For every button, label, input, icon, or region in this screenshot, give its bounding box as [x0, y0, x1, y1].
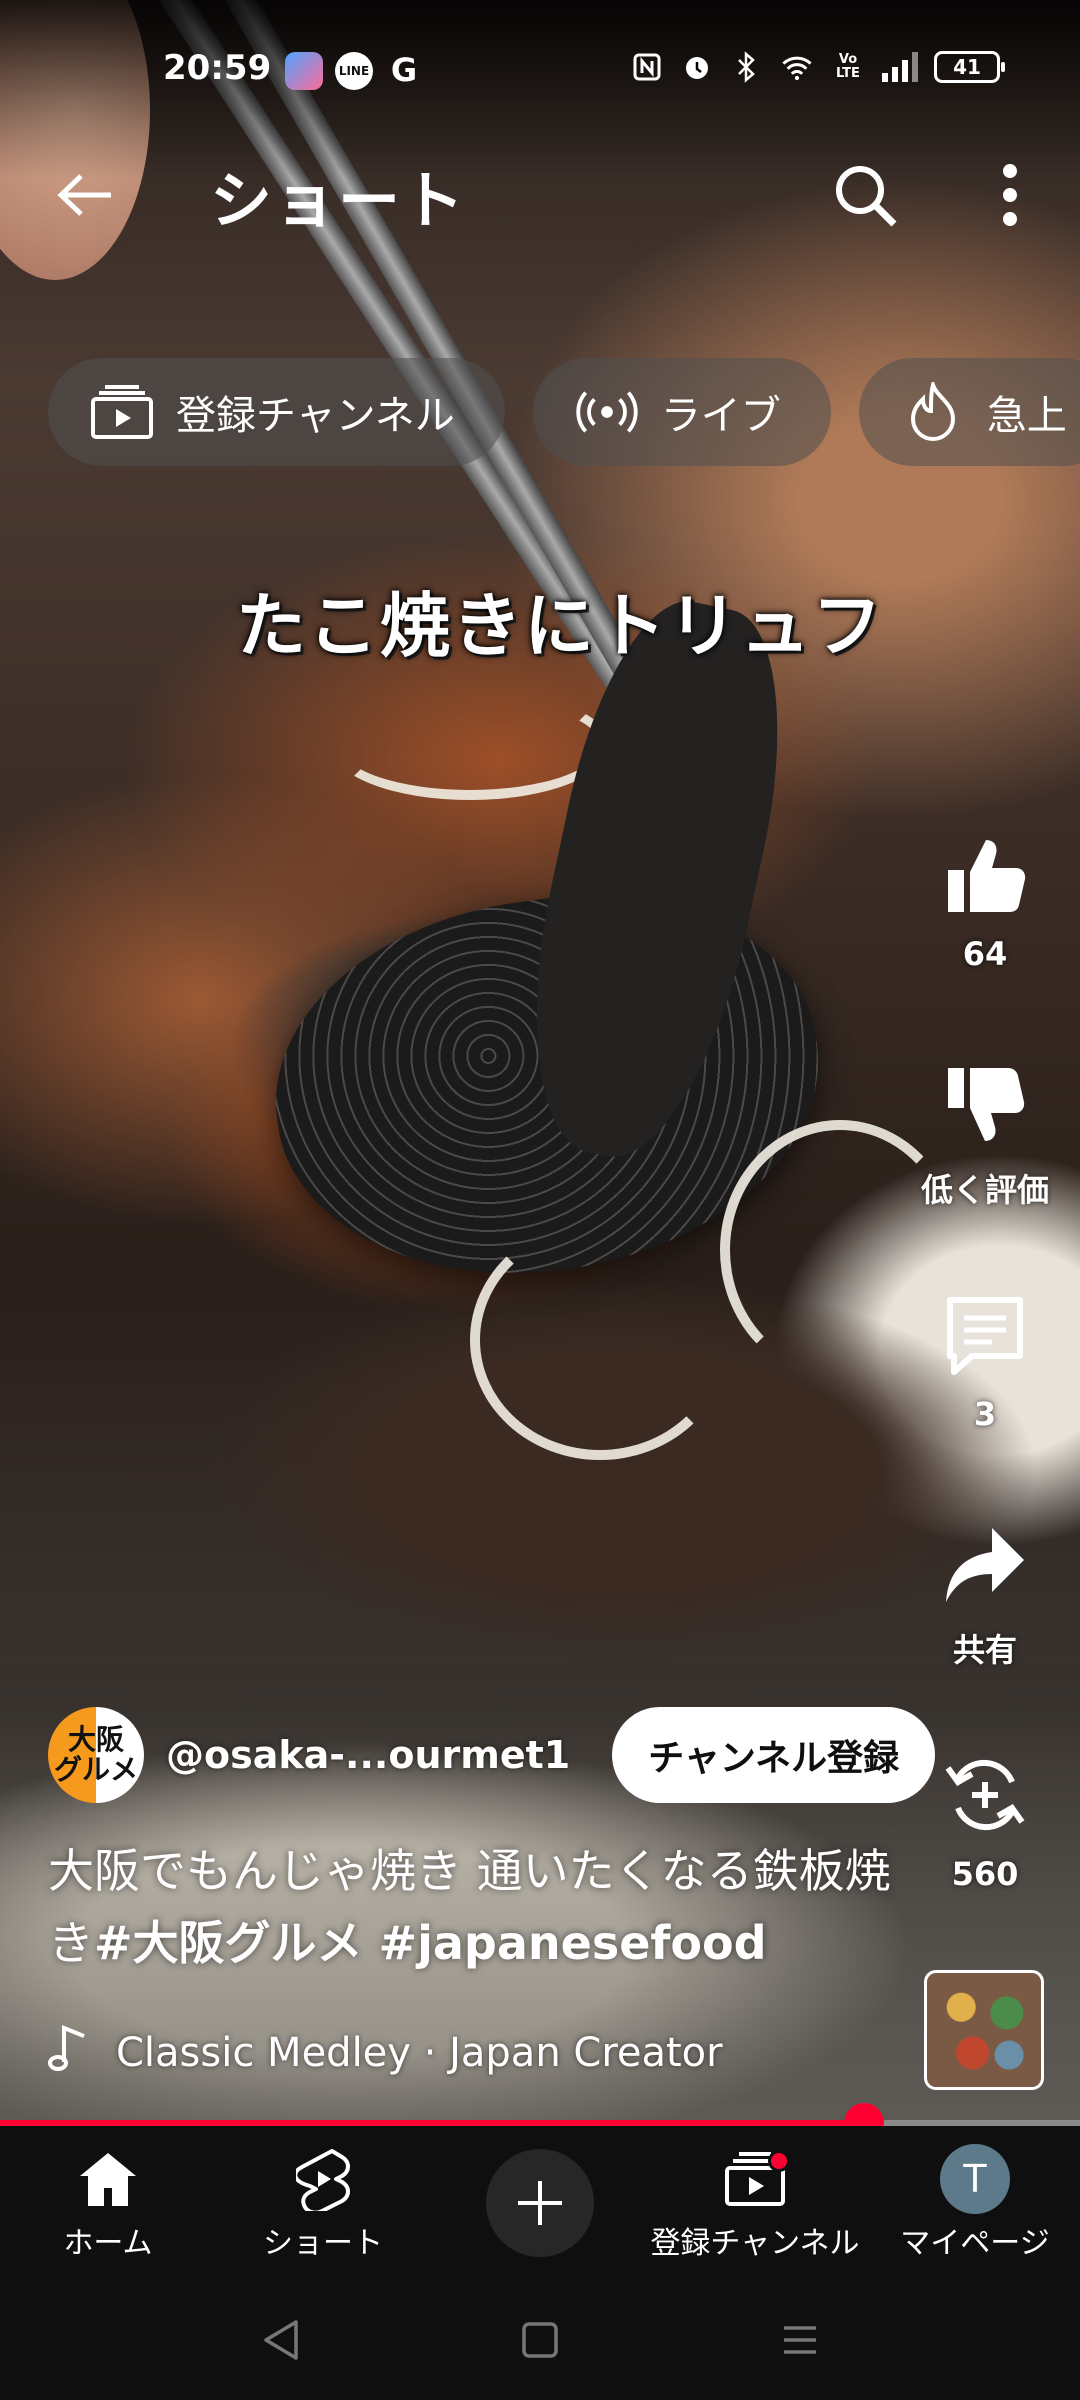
system-back-button[interactable]	[250, 2310, 310, 2370]
video-description[interactable]: 大阪でもんじゃ焼き 通いたくなる鉄板焼き#大阪グルメ #japanesefood	[48, 1835, 908, 1979]
trending-flame-icon	[901, 380, 965, 444]
thumbs-up-icon	[935, 825, 1035, 925]
chip-trending[interactable]: 急上	[858, 358, 1080, 466]
bottom-navigation: ホーム ショート 登録チャンネル T マイページ	[0, 2126, 1080, 2280]
profile-avatar: T	[940, 2144, 1010, 2214]
nav-subscriptions[interactable]: 登録チャンネル	[645, 2126, 865, 2280]
notification-dot	[768, 2150, 790, 2172]
dislike-button[interactable]: 低く評価	[900, 1055, 1070, 1211]
avatar-text: 大阪	[67, 1723, 124, 1756]
nav-you[interactable]: T マイページ	[890, 2126, 1060, 2280]
system-home-button[interactable]	[510, 2310, 570, 2370]
nav-label: 登録チャンネル	[650, 2226, 860, 2261]
square-home-icon	[522, 2322, 558, 2358]
share-button[interactable]: 共有	[900, 1515, 1070, 1671]
volte-icon: Vo LTE	[836, 52, 860, 81]
menu-lines-icon	[784, 2326, 816, 2354]
comment-icon	[935, 1285, 1035, 1385]
triangle-back-icon	[264, 2320, 298, 2360]
more-options-button[interactable]	[970, 155, 1050, 235]
subscriptions-icon	[720, 2144, 790, 2214]
music-label: Classic Medley · Japan Creator	[116, 2030, 723, 2076]
back-arrow-icon	[57, 174, 111, 216]
music-row[interactable]: Classic Medley · Japan Creator	[48, 2018, 723, 2088]
nav-label: ショート	[263, 2226, 383, 2261]
thumbs-down-icon	[935, 1055, 1035, 1155]
home-icon	[73, 2144, 143, 2214]
search-button[interactable]	[825, 155, 905, 235]
nav-label: ホーム	[63, 2226, 153, 2261]
dislike-label: 低く評価	[920, 1171, 1049, 1209]
remix-icon	[935, 1745, 1035, 1845]
create-button[interactable]	[486, 2149, 594, 2257]
chip-label: ライブ	[660, 393, 781, 439]
channel-handle[interactable]: @osaka-...ourmet1	[166, 1733, 570, 1777]
line-icon: LINE	[335, 52, 373, 90]
channel-row: 大阪 グルメ @osaka-...ourmet1 チャンネル登録	[48, 1705, 936, 1805]
page-title: ショート	[210, 164, 467, 237]
nav-home[interactable]: ホーム	[28, 2126, 188, 2280]
google-icon: G	[390, 51, 418, 89]
status-app-icons: LINE G	[285, 52, 423, 90]
comment-count: 3	[973, 1395, 997, 1433]
description-hashtags[interactable]: #大阪グルメ #japanesefood	[94, 1916, 767, 1970]
chip-subscriptions[interactable]: 登録チャンネル	[48, 358, 505, 466]
video-mayo	[330, 690, 610, 800]
subscriptions-icon	[90, 380, 154, 444]
live-icon	[575, 380, 639, 444]
subscribe-button[interactable]: チャンネル登録	[612, 1707, 936, 1803]
comment-button[interactable]: 3	[900, 1285, 1070, 1433]
avatar-initial: T	[940, 2144, 1010, 2214]
search-icon	[836, 166, 897, 227]
more-vertical-icon	[1003, 164, 1017, 226]
remix-count: 560	[951, 1855, 1019, 1893]
nav-create[interactable]	[486, 2126, 594, 2280]
battery-icon: 41	[934, 51, 1005, 83]
signal-icon	[882, 52, 918, 82]
alarm-icon	[680, 50, 714, 84]
chip-label: 急上	[986, 393, 1067, 439]
status-bar: 20:59 LINE G Vo LTE 41	[0, 0, 1080, 140]
like-count: 64	[962, 935, 1008, 973]
app-header: ショート	[0, 140, 1080, 250]
plus-icon	[518, 2181, 562, 2225]
status-time: 20:59	[163, 48, 272, 88]
status-system-icons: Vo LTE 41	[630, 50, 1005, 84]
share-label: 共有	[952, 1631, 1017, 1669]
back-button[interactable]	[50, 160, 120, 230]
system-recents-button[interactable]	[770, 2310, 830, 2370]
share-arrow-icon	[935, 1515, 1035, 1615]
music-thumbnail[interactable]	[924, 1970, 1044, 2090]
wifi-icon	[780, 50, 814, 84]
bluetooth-icon	[730, 50, 764, 84]
chip-live[interactable]: ライブ	[532, 358, 831, 466]
shorts-icon	[288, 2144, 358, 2214]
video-mayo	[470, 1220, 730, 1460]
filter-chips: 登録チャンネル ライブ 急上	[48, 358, 1080, 466]
chip-label: 登録チャンネル	[176, 393, 455, 439]
channel-avatar[interactable]: 大阪 グルメ	[48, 1707, 144, 1803]
music-note-icon	[48, 2024, 88, 2082]
nav-shorts[interactable]: ショート	[243, 2126, 403, 2280]
nfc-icon	[630, 50, 664, 84]
nav-label: マイページ	[900, 2226, 1050, 2261]
app-notification-icon	[285, 52, 323, 90]
video-caption-overlay: たこ焼きにトリュフ	[236, 584, 884, 667]
avatar-text: グルメ	[53, 1753, 138, 1786]
like-button[interactable]: 64	[900, 825, 1070, 973]
system-navigation-bar	[0, 2280, 1080, 2400]
